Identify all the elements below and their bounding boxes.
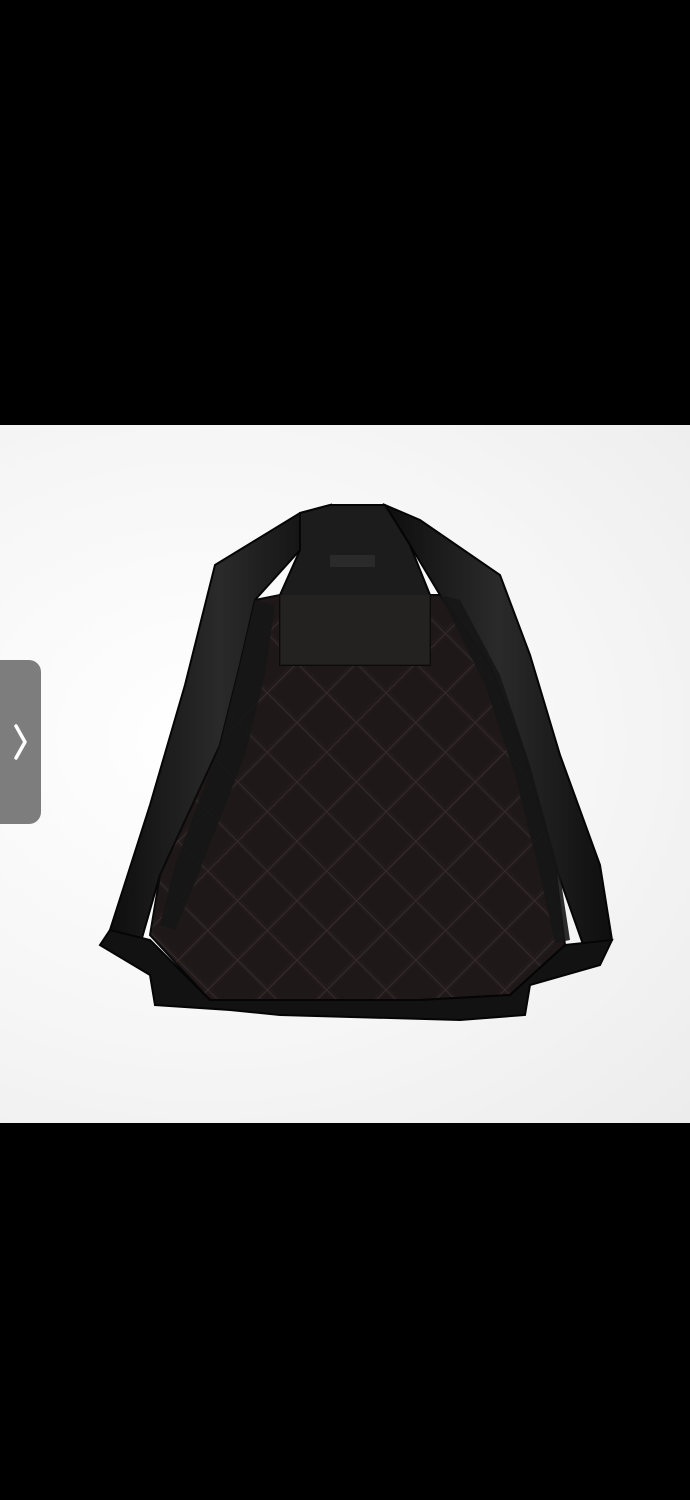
leather-jacket-quilted-lining-icon (98, 502, 614, 1022)
product-photo (0, 425, 690, 1123)
chevron-right-icon (13, 724, 27, 760)
image-viewer (0, 0, 690, 1500)
next-image-button[interactable] (0, 660, 41, 824)
